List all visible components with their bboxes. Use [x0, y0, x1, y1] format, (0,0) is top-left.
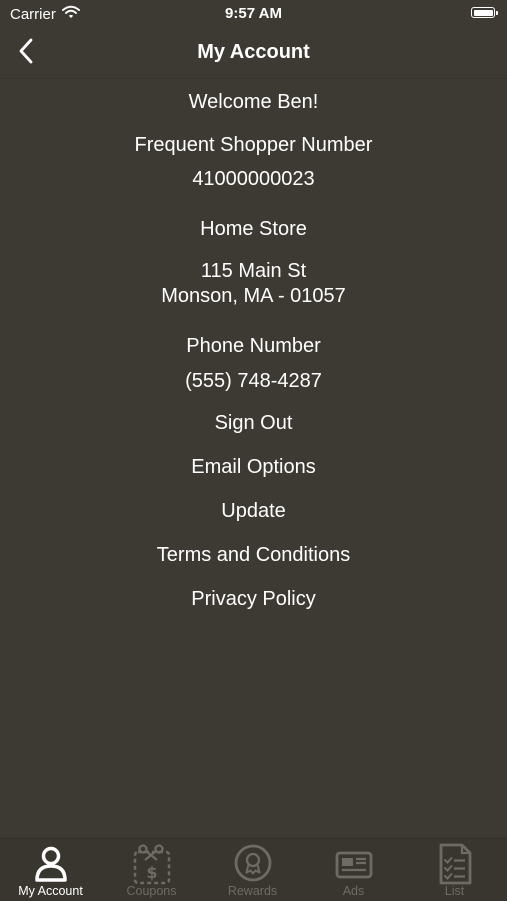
tab-bar: My Account $ Coupons Rewards Ads List [0, 838, 507, 901]
store-address-line2: Monson, MA - 01057 [161, 285, 346, 307]
update-link[interactable]: Update [0, 499, 507, 523]
status-time: 9:57 AM [225, 5, 282, 22]
terms-link[interactable]: Terms and Conditions [0, 543, 507, 567]
home-store-label: Home Store [200, 218, 307, 240]
battery-icon [471, 7, 498, 18]
tab-coupons[interactable]: $ Coupons [101, 839, 202, 901]
shopper-number-value: 41000000023 [192, 168, 315, 190]
privacy-policy-link[interactable]: Privacy Policy [0, 587, 507, 611]
shopper-number-label: Frequent Shopper Number [134, 134, 373, 156]
svg-text:$: $ [146, 863, 157, 882]
tab-list[interactable]: List [404, 839, 505, 901]
email-options-link[interactable]: Email Options [0, 455, 507, 479]
tab-label-ads: Ads [342, 884, 365, 898]
tab-my-account[interactable]: My Account [0, 839, 101, 901]
tab-label-coupons: Coupons [126, 884, 177, 898]
phone-number-label: Phone Number [186, 335, 321, 357]
page-title: My Account [197, 41, 310, 63]
tab-rewards[interactable]: Rewards [202, 839, 303, 901]
store-address-line1: 115 Main St [200, 260, 307, 282]
sign-out-link[interactable]: Sign Out [0, 411, 507, 435]
tab-label-rewards: Rewards [227, 884, 278, 898]
person-icon [31, 843, 71, 888]
phone-number-value: (555) 748-4287 [185, 370, 322, 392]
tab-ads[interactable]: Ads [303, 839, 404, 901]
battery-level [473, 9, 493, 16]
tab-label-my-account: My Account [18, 884, 83, 898]
coupon-scissors-icon: $ [132, 843, 172, 890]
status-bar: Carrier 9:57 AM [0, 0, 507, 28]
rewards-badge-icon [233, 843, 273, 888]
newspaper-icon [334, 843, 374, 888]
nav-bar: My Account [0, 28, 507, 79]
checklist-icon [435, 843, 475, 890]
welcome-text: Welcome Ben! [188, 91, 319, 113]
tab-label-list: List [444, 884, 465, 898]
